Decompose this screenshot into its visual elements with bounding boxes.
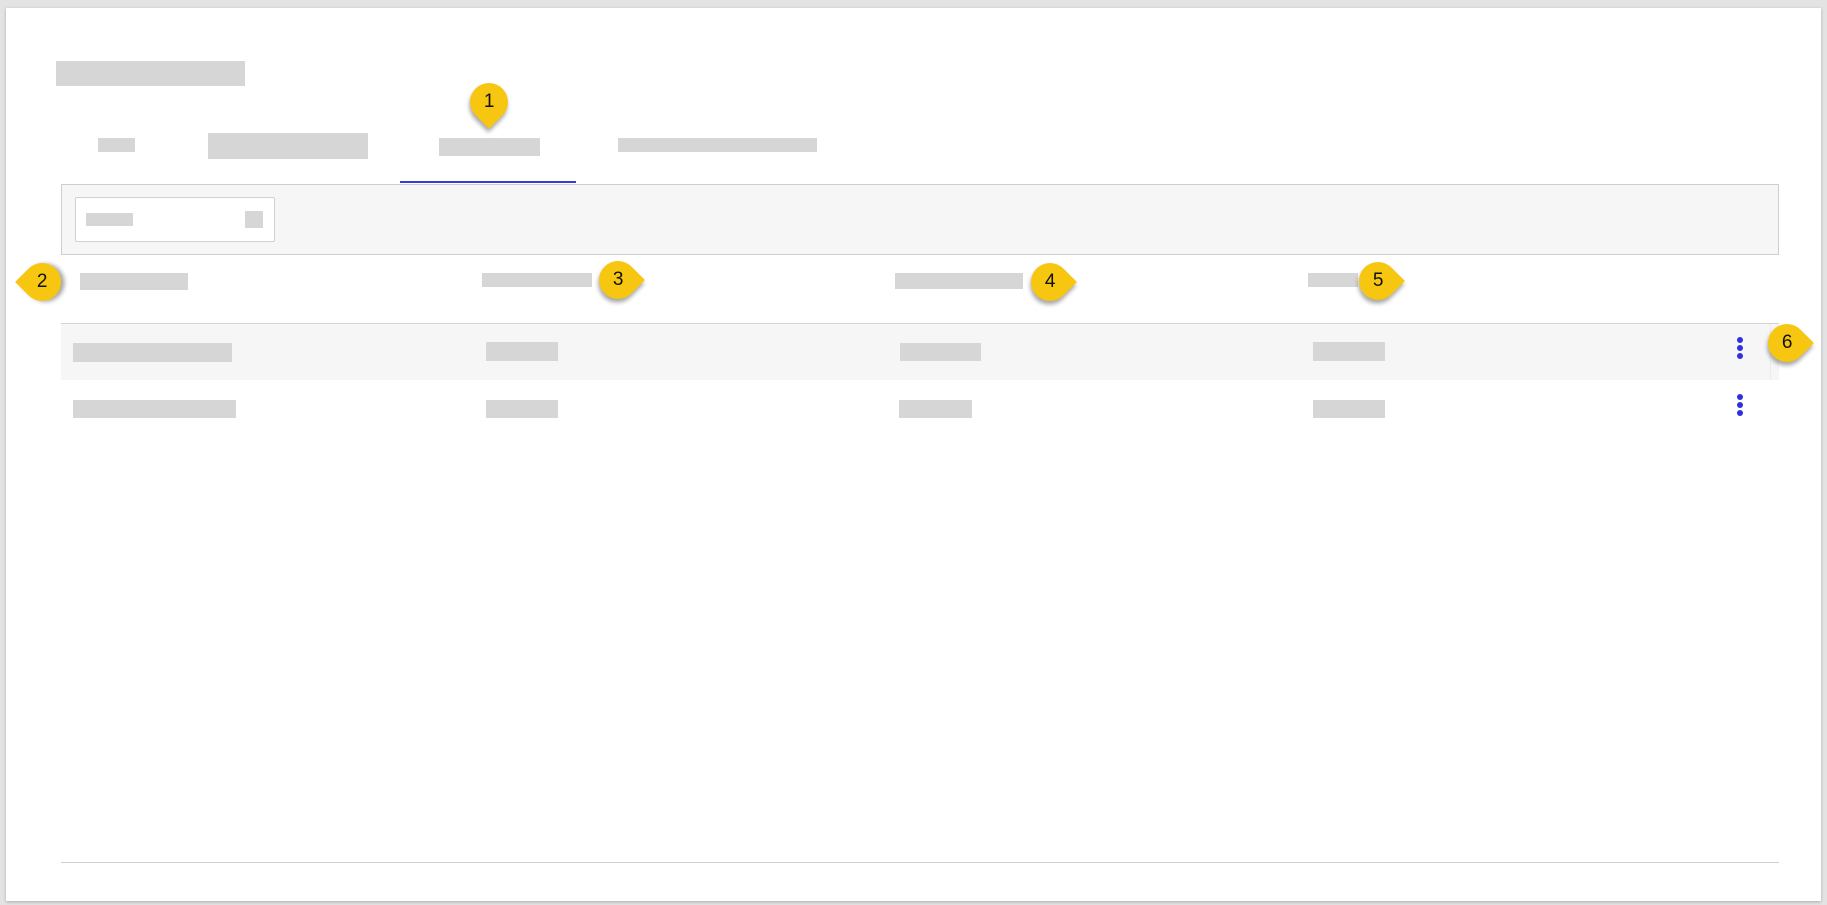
menu-dot	[1737, 402, 1743, 408]
page-title	[56, 61, 245, 86]
filter-input[interactable]	[75, 197, 275, 242]
page-frame	[6, 8, 1821, 901]
tab-3[interactable]	[400, 123, 576, 183]
column-header-1[interactable]	[80, 273, 188, 290]
tab-2[interactable]	[191, 123, 381, 183]
menu-dot	[1737, 345, 1743, 351]
callout-6-number: 6	[1781, 331, 1793, 353]
tab-3-label	[439, 138, 540, 156]
column-header-3[interactable]	[895, 273, 1023, 289]
tab-4-label	[618, 138, 817, 152]
menu-dot	[1737, 410, 1743, 416]
table-row[interactable]	[61, 380, 1779, 436]
tab-4[interactable]	[602, 123, 822, 183]
row-2-cell-4	[1313, 400, 1385, 418]
table-footer-divider	[61, 862, 1779, 863]
column-header-4[interactable]	[1308, 273, 1358, 287]
row-2-cell-3	[899, 400, 972, 418]
active-tab-indicator	[400, 181, 576, 183]
tab-1-label	[98, 138, 135, 152]
callout-1-number: 1	[483, 90, 495, 112]
filter-bar	[61, 184, 1779, 255]
tab-2-label	[208, 133, 368, 159]
row-1-cell-3	[900, 343, 981, 361]
menu-dot	[1737, 394, 1743, 400]
column-header-2[interactable]	[482, 273, 592, 287]
row-1-cell-1	[73, 343, 232, 362]
callout-3-number: 3	[612, 268, 624, 290]
row-2-cell-1	[73, 400, 236, 418]
more-vertical-icon[interactable]	[1727, 335, 1753, 369]
row-1-cell-4	[1313, 342, 1385, 361]
filter-clear-icon[interactable]	[245, 211, 263, 228]
more-vertical-icon[interactable]	[1727, 392, 1753, 426]
menu-dot	[1737, 353, 1743, 359]
filter-input-placeholder	[86, 213, 133, 226]
callout-4-number: 4	[1044, 270, 1056, 292]
tab-1[interactable]	[62, 123, 172, 183]
table-row[interactable]	[61, 324, 1779, 380]
menu-dot	[1737, 337, 1743, 343]
callout-2-number: 2	[36, 271, 48, 293]
row-2-cell-2	[486, 400, 558, 418]
row-1-cell-2	[486, 342, 558, 361]
callout-5-number: 5	[1372, 269, 1384, 291]
